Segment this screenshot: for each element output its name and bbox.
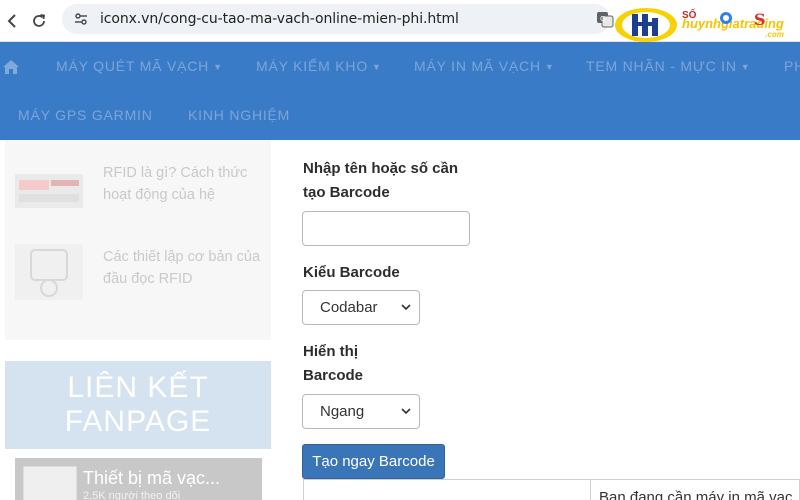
fb-page-avatar <box>23 466 77 500</box>
caret-down-icon: ▼ <box>740 62 751 73</box>
fanpage-heading: LIÊN KẾT FANPAGE <box>5 361 271 449</box>
barcode-input-label: Nhập tên hoặc số cần tạo Barcode <box>303 160 459 201</box>
fb-page-name: Thiết bị mã vạc... <box>83 468 221 488</box>
barcode-type-label: Kiểu Barcode <box>303 264 400 281</box>
chevron-down-icon <box>401 304 411 311</box>
barcode-text-input[interactable] <box>302 211 470 246</box>
sidebar-recent-posts: RFID là gì? Cách thức hoạt động của hệ C… <box>5 140 271 340</box>
post-thumbnail <box>15 174 83 208</box>
main-navigation: MÁY QUÉT MÃ VẠCH ▼ MÁY KIỂM KHO ▼ MÁY IN M… <box>0 42 800 140</box>
address-bar[interactable]: iconx.vn/cong-cu-tao-ma-vach-online-mien… <box>62 4 610 34</box>
table-divider <box>590 480 591 500</box>
nav-item-may-kiem-kho[interactable]: MÁY KIỂM KHO ▼ <box>256 58 382 74</box>
svg-text:G: G <box>600 15 605 23</box>
nav-item-truncated[interactable]: PH <box>784 58 800 74</box>
huynhgia-logo <box>615 8 677 42</box>
post-title: Các thiết lập cơ bản của đầu đọc RFID <box>103 249 261 287</box>
nav-item-tem-nhan-muc-in[interactable]: TEM NHÃN - MỰC IN ▼ <box>586 58 751 74</box>
url-text: iconx.vn/cong-cu-tao-ma-vach-online-mien… <box>100 11 459 27</box>
extension-so-icon[interactable]: SỐ <box>682 10 700 28</box>
fanpage-heading-line1: LIÊN KẾT <box>67 371 209 404</box>
nav-item-may-in-ma-vach[interactable]: MÁY IN MÃ VẠCH ▼ <box>414 58 555 74</box>
site-settings-icon[interactable] <box>72 10 90 28</box>
extension-shield-icon[interactable] <box>718 10 736 28</box>
caret-down-icon: ▼ <box>544 62 555 73</box>
printer-promo-text: Bạn đang cần máy in mã vạc <box>599 489 793 500</box>
barcode-display-label: Hiển thị Barcode <box>303 343 364 384</box>
caret-down-icon: ▼ <box>213 62 223 73</box>
result-table: Bạn đang cần máy in mã vạc <box>303 479 800 500</box>
caret-down-icon: ▼ <box>372 62 382 73</box>
facebook-page-widget[interactable]: Thiết bị mã vạc... 2,5K người theo dõi <box>15 458 262 500</box>
extension-s-icon[interactable]: S <box>754 10 772 29</box>
browser-toolbar: iconx.vn/cong-cu-tao-ma-vach-online-mien… <box>0 0 800 42</box>
barcode-type-select[interactable]: Codabar <box>302 290 420 325</box>
chevron-down-icon <box>401 408 411 415</box>
back-arrow-icon[interactable] <box>0 8 26 34</box>
post-title: RFID là gì? Cách thức hoạt động của hệ <box>103 165 248 203</box>
post-thumbnail <box>15 244 83 300</box>
nav-item-may-quet-ma-vach[interactable]: MÁY QUÉT MÃ VẠCH ▼ <box>56 58 223 74</box>
fb-followers-count: 2,5K người theo dõi <box>83 490 181 500</box>
barcode-type-selected: Codabar <box>320 299 378 316</box>
home-icon[interactable] <box>2 58 20 76</box>
fanpage-heading-line2: FANPAGE <box>64 405 212 438</box>
nav-item-may-gps-garmin[interactable]: MÁY GPS GARMIN <box>18 107 153 123</box>
barcode-orientation-select[interactable]: Ngang <box>302 394 420 429</box>
barcode-orientation-selected: Ngang <box>320 403 365 420</box>
nav-item-kinh-nghiem[interactable]: KINH NGHIỆM <box>188 107 290 123</box>
reload-icon[interactable] <box>26 8 52 34</box>
create-barcode-button[interactable]: Tạo ngay Barcode <box>302 444 445 479</box>
